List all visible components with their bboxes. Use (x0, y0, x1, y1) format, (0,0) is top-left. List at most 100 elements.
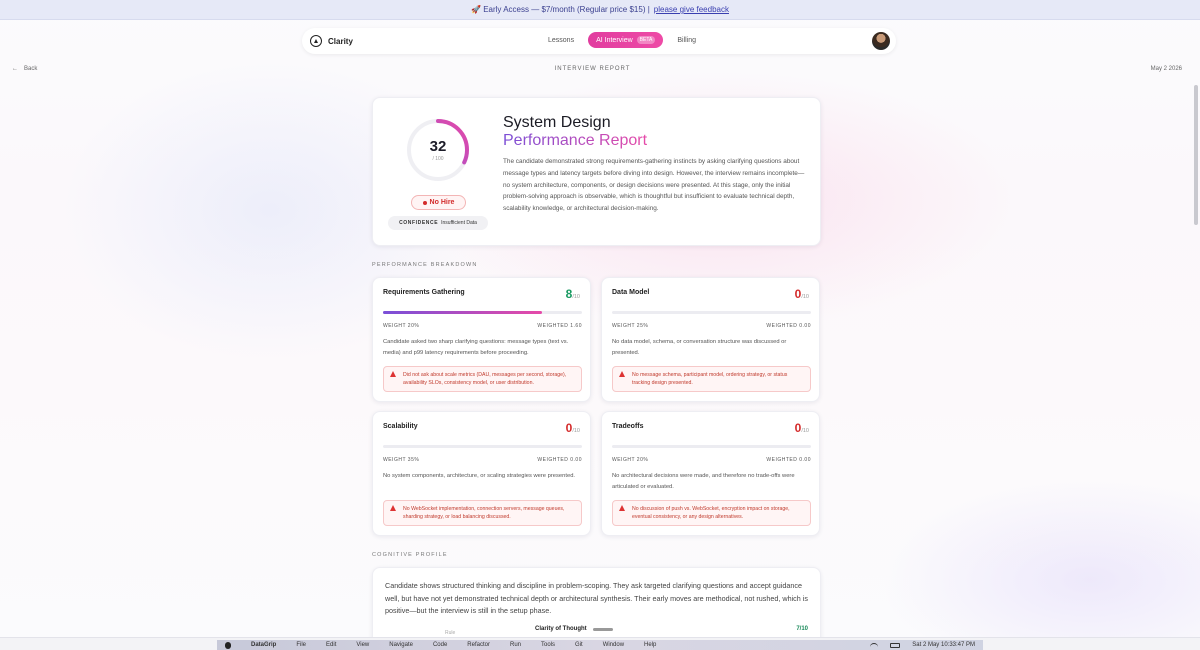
report-subtitle: Performance Report (503, 132, 648, 149)
brand-name: Clarity (328, 36, 353, 46)
banner-text: 🚀 Early Access — $7/month (Regular price… (471, 5, 650, 14)
menu-navigate[interactable]: Navigate (389, 642, 413, 648)
metric-description: No architectural decisions were made, an… (612, 473, 795, 490)
menu-run[interactable]: Run (510, 642, 521, 648)
metric-weight: WEIGHT 35% (383, 457, 420, 463)
metric-description: No data model, schema, or conversation s… (612, 339, 787, 356)
score-value: 32 (429, 138, 447, 155)
menu-edit[interactable]: Edit (326, 642, 336, 648)
metric-weights: WEIGHT 20% WEIGHTED 0.00 (612, 457, 811, 463)
report-date: May 2 2026 (1150, 66, 1182, 72)
metric-title: Data Model (612, 289, 650, 296)
browser-window: 🚀 Early Access — $7/month (Regular price… (0, 0, 1200, 638)
menu-refactor[interactable]: Refactor (467, 642, 490, 648)
promo-banner: 🚀 Early Access — $7/month (Regular price… (0, 0, 1200, 20)
metric-progress-track (612, 445, 811, 448)
metric-title: Tradeoffs (612, 423, 644, 430)
score-gauge: 32 / 100 (404, 116, 472, 184)
menu-code[interactable]: Code (433, 642, 447, 648)
menu-tools[interactable]: Tools (541, 642, 555, 648)
verdict-label: No Hire (429, 199, 455, 206)
metric-card-data-model: Data Model 0/10 WEIGHT 25% WEIGHTED 0.00… (601, 277, 820, 402)
feedback-link[interactable]: please give feedback (654, 5, 729, 14)
metric-alert: No WebSocket implementation, connection … (383, 500, 582, 526)
metric-card-tradeoffs: Tradeoffs 0/10 WEIGHT 20% WEIGHTED 0.00 … (601, 411, 820, 536)
cognitive-side-label: Rule (445, 630, 456, 636)
metric-score-den: /10 (801, 294, 809, 300)
section-label-cognitive: Cognitive Profile (372, 552, 448, 558)
metric-score-den: /10 (572, 428, 580, 434)
background-glow (880, 480, 1200, 637)
metric-score: 8/10 (566, 287, 580, 301)
status-area: Sat 2 May 10:33:47 PM (870, 642, 975, 648)
metric-card-scalability: Scalability 0/10 WEIGHT 35% WEIGHTED 0.0… (372, 411, 591, 536)
os-menu-bar: DataGrip File Edit View Navigate Code Re… (217, 640, 983, 650)
metric-weight: WEIGHT 20% (383, 323, 420, 329)
metric-score: 0/10 (566, 421, 580, 435)
scrollbar[interactable] (1194, 85, 1198, 225)
warning-icon (390, 371, 396, 377)
apple-icon[interactable] (225, 641, 231, 649)
metric-alert: No message schema, participant model, or… (612, 366, 811, 392)
page-title: Interview Report (554, 66, 631, 72)
menu-view[interactable]: View (356, 642, 369, 648)
metric-progress-track (383, 311, 582, 314)
metric-weight: WEIGHT 20% (612, 457, 649, 463)
verdict-badge: No Hire (411, 195, 466, 210)
tab-label: AI Interview (596, 36, 633, 44)
section-label-breakdown: Performance Breakdown (372, 262, 478, 268)
metric-alert-text: No WebSocket implementation, connection … (403, 506, 565, 520)
metric-title: Requirements Gathering (383, 289, 465, 296)
tooltip-handle (593, 628, 613, 631)
metric-score: 0/10 (795, 287, 809, 301)
beta-badge: BETA (636, 36, 656, 44)
metric-progress-fill (383, 311, 543, 314)
metric-score-den: /10 (801, 428, 809, 434)
metric-weighted: WEIGHTED 0.00 (537, 457, 582, 463)
warning-icon (619, 371, 625, 377)
menu-app-name[interactable]: DataGrip (251, 642, 276, 648)
wifi-icon[interactable] (870, 642, 879, 648)
metric-weights: WEIGHT 25% WEIGHTED 0.00 (612, 323, 811, 329)
report-description: The candidate demonstrated strong requir… (503, 158, 805, 213)
brand[interactable]: Clarity (310, 35, 353, 47)
battery-icon[interactable] (890, 642, 901, 648)
metric-weighted: WEIGHTED 0.00 (766, 323, 811, 329)
menu-bar-clock[interactable]: Sat 2 May 10:33:47 PM (912, 642, 975, 648)
clarity-progress-track (727, 637, 809, 638)
warning-icon (390, 505, 396, 511)
report-title: System Design (503, 114, 611, 131)
logo-icon (310, 35, 322, 47)
tab-billing[interactable]: Billing (669, 33, 704, 48)
confidence-value: Insufficient Data (441, 220, 477, 226)
metric-weights: WEIGHT 35% WEIGHTED 0.00 (383, 457, 582, 463)
clarity-progress-fill (535, 637, 727, 638)
menu-window[interactable]: Window (603, 642, 624, 648)
metric-alert-text: No message schema, participant model, or… (632, 372, 788, 386)
metric-progress-track (383, 445, 582, 448)
metric-score: 0/10 (795, 421, 809, 435)
metric-alert-text: Did not ask about scale metrics (DAU, me… (403, 372, 567, 386)
clarity-of-thought-label: Clarity of Thought (535, 626, 587, 632)
clarity-of-thought-score: 7/10 (796, 626, 808, 632)
metric-weighted: WEIGHTED 1.60 (537, 323, 582, 329)
nav-tabs: Lessons AI Interview BETA Billing (540, 32, 704, 48)
cognitive-profile-card: Candidate shows structured thinking and … (372, 567, 821, 638)
cognitive-summary: Candidate shows structured thinking and … (385, 581, 808, 616)
metric-weight: WEIGHT 25% (612, 323, 649, 329)
tab-ai-interview[interactable]: AI Interview BETA (588, 32, 664, 48)
metric-weighted: WEIGHTED 0.00 (766, 457, 811, 463)
status-dot-icon (422, 200, 427, 205)
report-summary-card: 32 / 100 No Hire CONFIDENCE Insufficient… (372, 97, 821, 246)
tab-lessons[interactable]: Lessons (540, 33, 582, 48)
metric-description: Candidate asked two sharp clarifying que… (383, 339, 569, 356)
metric-description: No system components, architecture, or s… (383, 473, 576, 479)
avatar[interactable] (872, 32, 890, 50)
top-nav: Clarity Lessons AI Interview BETA Billin… (302, 28, 896, 54)
warning-icon (619, 505, 625, 511)
menu-help[interactable]: Help (644, 642, 656, 648)
metric-title: Scalability (383, 423, 418, 430)
menu-file[interactable]: File (296, 642, 306, 648)
menu-git[interactable]: Git (575, 642, 583, 648)
confidence-label: CONFIDENCE (399, 220, 439, 226)
